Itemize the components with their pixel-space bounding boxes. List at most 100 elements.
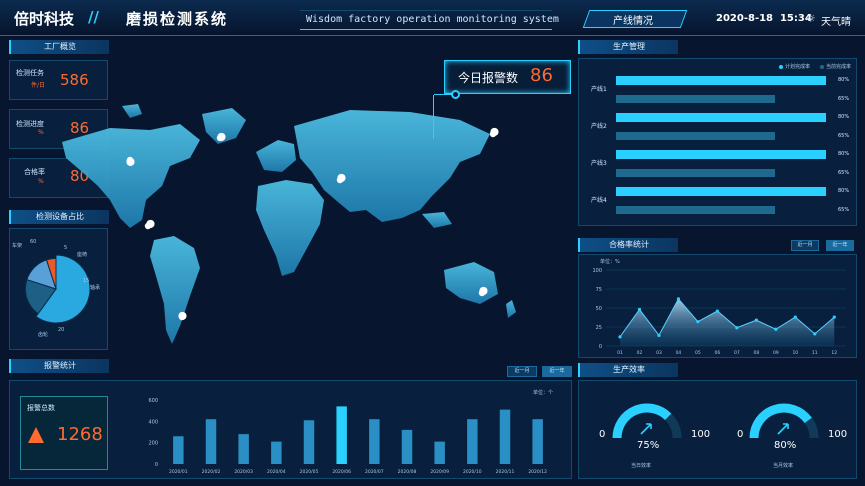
gauge-2-max: 100 xyxy=(828,429,848,440)
gauge-arrow-icon xyxy=(777,423,789,435)
alarm-bar xyxy=(369,419,380,464)
production-line-name: 产线4 xyxy=(591,197,607,204)
pie-name-frame: 车架 xyxy=(12,243,23,249)
alarm-bar xyxy=(467,419,478,464)
efficiency-gauges xyxy=(612,403,819,439)
overview-unit-progress: % xyxy=(38,129,44,136)
pass-point xyxy=(832,315,836,319)
gauge-fill xyxy=(749,403,812,439)
pin-icon-north-america[interactable]: ⬤ xyxy=(126,157,135,166)
production-line-name: 产线1 xyxy=(591,86,607,93)
alarm-stats-title: 报警统计 xyxy=(9,359,109,373)
alarm-bar xyxy=(271,441,282,464)
pass-xtick: 12 xyxy=(831,350,837,356)
alarm-xtick: 2020/04 xyxy=(267,469,286,475)
pin-icon-south-america[interactable]: ⬤ xyxy=(178,311,187,320)
pass-rate-tab-year[interactable]: 近一年 xyxy=(826,240,854,251)
legend-plan-label: 计划完成率 xyxy=(785,64,811,70)
pass-xtick: 11 xyxy=(812,350,818,356)
pass-xtick: 06 xyxy=(715,350,721,356)
pass-point xyxy=(793,315,797,319)
pass-ytick: 50 xyxy=(596,306,602,312)
alarm-bar xyxy=(238,434,249,464)
production-title: 生产管理 xyxy=(578,40,678,54)
current-bar xyxy=(616,95,775,103)
alarm-bar xyxy=(173,436,184,464)
pass-ytick: 75 xyxy=(596,287,602,293)
pass-point xyxy=(637,307,642,312)
pass-point xyxy=(754,318,758,322)
alarm-bar xyxy=(434,441,445,464)
datetime: 2020-8-18 15:34 xyxy=(716,13,812,24)
pin-icon-central-america[interactable]: ⬤ xyxy=(146,219,155,228)
pin-icon-russia-east[interactable]: ⬤ xyxy=(490,127,499,136)
plan-value: 80% xyxy=(838,188,850,194)
pass-xtick: 07 xyxy=(734,350,740,356)
pass-point xyxy=(735,326,739,330)
pass-xtick: 03 xyxy=(656,350,662,356)
plan-bar xyxy=(616,113,826,122)
pass-point xyxy=(715,309,719,313)
alarm-ytick: 200 xyxy=(148,441,158,447)
pie-name-gear: 齿轮 xyxy=(38,332,49,338)
gauge-1-value: 75% xyxy=(637,440,660,451)
pass-xtick: 09 xyxy=(773,350,779,356)
alarm-xtick: 2020/05 xyxy=(300,469,319,475)
plan-value: 80% xyxy=(838,114,850,120)
pass-ytick: 100 xyxy=(592,268,602,274)
current-value: 65% xyxy=(838,96,850,102)
overview-unit-pass-rate: % xyxy=(38,178,44,185)
alarm-xtick: 2020/09 xyxy=(430,469,449,475)
overview-card-tasks xyxy=(9,60,108,100)
alarm-ytick: 400 xyxy=(148,419,158,425)
pass-rate-area-chart: 0 25 50 75 100 01 02 03 04 05 06 07 08 09 10 11 12 xyxy=(592,268,846,356)
plan-value: 80% xyxy=(838,151,850,157)
legend-current-swatch xyxy=(820,65,824,69)
alarm-xtick: 2020/11 xyxy=(496,469,515,475)
pin-icon-greenland[interactable]: ⬤ xyxy=(217,132,226,141)
pass-xtick: 10 xyxy=(792,350,798,356)
plan-bar xyxy=(616,150,826,159)
overview-unit-tasks: 件/日 xyxy=(31,82,46,89)
alarm-xtick: 2020/01 xyxy=(169,469,188,475)
alarm-bar xyxy=(401,429,413,464)
pass-point xyxy=(676,297,681,301)
nav-button-label: 产线情况 xyxy=(613,16,653,27)
alarm-banner-stem xyxy=(433,95,434,139)
alarm-bar xyxy=(499,409,511,464)
page-subtitle: Wisdom factory operation monitoring syst… xyxy=(306,14,559,25)
weather-sun-icon: ☼ xyxy=(806,12,816,25)
current-bar xyxy=(616,206,775,214)
current-value: 65% xyxy=(838,133,850,139)
pass-point xyxy=(774,327,778,331)
alarm-xtick: 2020/03 xyxy=(234,469,253,475)
alarm-bar xyxy=(303,420,315,464)
gauge-1-max: 100 xyxy=(691,429,711,440)
logo: 倍时科技 xyxy=(14,10,75,28)
alarm-banner-label: 今日报警数 xyxy=(458,71,519,85)
pass-rate-tab-month[interactable]: 近一月 xyxy=(791,240,819,251)
gauge-2-value: 80% xyxy=(774,440,797,451)
alarm-xtick: 2020/06 xyxy=(332,469,351,475)
alarm-tab-year[interactable]: 近一年 xyxy=(542,366,572,377)
pin-icon-asia-west[interactable]: ⬤ xyxy=(337,173,346,182)
pin-icon-australia[interactable]: ⬤ xyxy=(479,286,488,295)
alarm-tab-month[interactable]: 近一月 xyxy=(507,366,537,377)
alarm-bar xyxy=(205,419,217,464)
overview-label-pass-rate: 合格率 xyxy=(24,168,45,176)
alarm-xtick: 2020/10 xyxy=(463,469,482,475)
alarm-ytick: 0 xyxy=(155,462,158,468)
header-separator: // xyxy=(88,8,99,26)
pass-xtick: 05 xyxy=(695,350,701,356)
pass-point xyxy=(657,333,661,337)
overview-value-tasks: 586 xyxy=(60,71,89,89)
current-bar xyxy=(616,132,775,140)
plan-value: 80% xyxy=(838,77,850,83)
alarm-bar xyxy=(336,406,347,464)
pie-value-60: 60 xyxy=(30,239,37,245)
alarm-ytick: 600 xyxy=(148,398,158,404)
alarm-xtick: 2020/07 xyxy=(365,469,384,475)
alarm-bar xyxy=(532,419,543,464)
alarm-xtick: 2020/12 xyxy=(528,469,547,475)
pass-point xyxy=(618,335,622,339)
